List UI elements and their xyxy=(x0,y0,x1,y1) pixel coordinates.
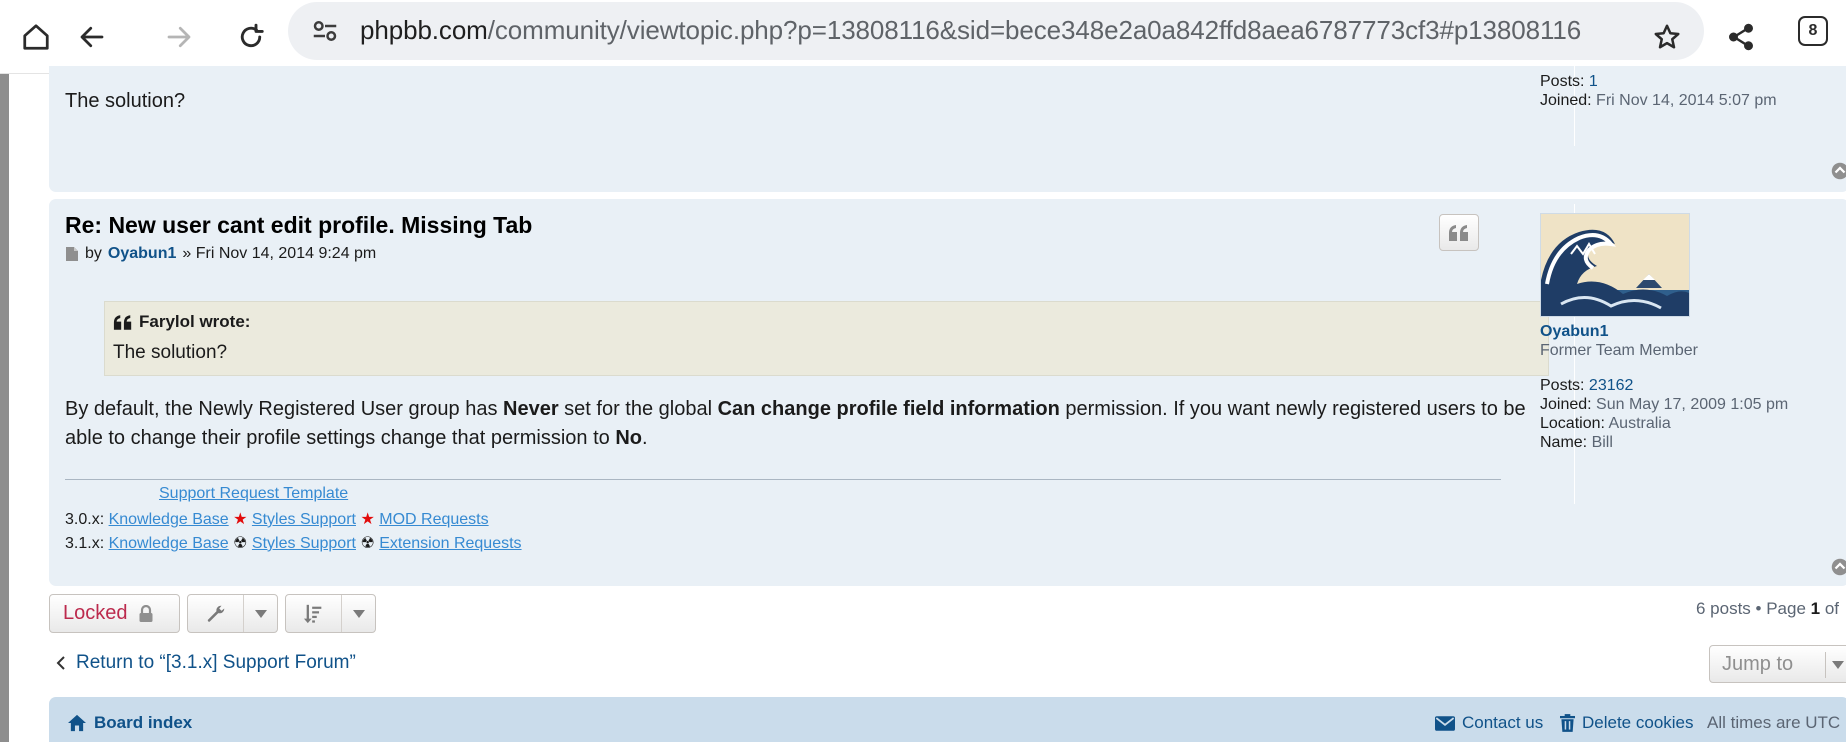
styles-support-31-link[interactable]: Styles Support xyxy=(252,535,356,552)
knowledge-base-30-link[interactable]: Knowledge Base xyxy=(109,511,229,528)
quote-cite: Farylol wrote: xyxy=(113,312,250,332)
post-content: By default, the Newly Registered User gr… xyxy=(65,398,1526,449)
home-icon xyxy=(68,714,86,732)
current-page: 1 xyxy=(1810,599,1821,618)
post-title[interactable]: Re: New user cant edit profile. Missing … xyxy=(65,212,532,239)
star-icon: ★ xyxy=(360,511,375,528)
url-text[interactable]: phpbb.com/community/viewtopic.php?p=1380… xyxy=(360,15,1581,46)
contact-us-link[interactable]: Contact us xyxy=(1435,713,1543,733)
signature-line-31x: 3.1.x: Knowledge Base ☢ Styles Support ☢… xyxy=(65,535,522,552)
signature-divider xyxy=(65,479,1501,480)
post-author-line: by Oyabun1 » Fri Nov 14, 2014 9:24 pm xyxy=(65,245,376,263)
signature-template-line: Support Request Template xyxy=(159,485,348,503)
pagination-info: 6 posts • Page 1 of xyxy=(1696,599,1840,618)
delete-cookies-link[interactable]: Delete cookies xyxy=(1560,713,1694,733)
signature-line-30x: 3.0.x: Knowledge Base ★ Styles Support ★… xyxy=(65,511,489,528)
back-button[interactable] xyxy=(67,12,117,62)
post-date: » Fri Nov 14, 2014 9:24 pm xyxy=(182,245,377,262)
envelope-icon xyxy=(1435,715,1455,731)
profile-username[interactable]: Oyabun1 xyxy=(1540,323,1608,341)
forward-button[interactable] xyxy=(154,12,204,62)
post-content: The solution? xyxy=(65,90,186,112)
reload-button[interactable] xyxy=(226,12,276,62)
radiation-icon: ☢ xyxy=(233,535,248,552)
home-button[interactable] xyxy=(11,12,61,62)
profile-posts: Posts: 23162 xyxy=(1540,377,1634,394)
footer-navbar: Board index Contact us Delete cookies Al… xyxy=(49,697,1846,742)
locked-label: Locked xyxy=(63,602,128,624)
avatar-wave-image xyxy=(1541,214,1689,316)
quote-button[interactable] xyxy=(1439,214,1479,251)
profile-posts-link[interactable]: 23162 xyxy=(1589,377,1634,394)
topic-tools-button[interactable] xyxy=(187,594,278,633)
lock-icon xyxy=(139,604,152,622)
avatar[interactable] xyxy=(1540,213,1690,317)
mod-requests-link[interactable]: MOD Requests xyxy=(379,511,488,528)
timezone-info: All times are UTC xyxy=(1707,713,1841,732)
quote-block: Farylol wrote: The solution? xyxy=(104,301,1549,376)
chevron-left-icon xyxy=(56,656,65,670)
star-outline-icon xyxy=(1654,24,1680,49)
jump-to-button[interactable]: Jump to xyxy=(1709,645,1846,683)
radiation-icon: ☢ xyxy=(360,535,375,552)
sort-options-button[interactable] xyxy=(285,594,376,633)
back-to-top-icon[interactable] xyxy=(1831,162,1846,180)
knowledge-base-31-link[interactable]: Knowledge Base xyxy=(109,535,229,552)
tab-switcher-button[interactable]: 8 xyxy=(1798,16,1828,46)
jump-to-label: Jump to xyxy=(1722,652,1794,675)
profile-location: Location: Australia xyxy=(1540,415,1671,432)
profile-joined: Joined: Fri Nov 14, 2014 5:07 pm xyxy=(1540,92,1777,109)
address-bar[interactable]: phpbb.com/community/viewtopic.php?p=1380… xyxy=(288,2,1704,60)
arrow-right-icon xyxy=(167,26,191,48)
home-icon xyxy=(23,24,49,50)
quote-icon xyxy=(1449,224,1468,241)
quote-icon xyxy=(113,314,132,330)
sort-icon xyxy=(303,604,321,623)
locked-button[interactable]: Locked xyxy=(49,594,180,633)
url-host: phpbb.com xyxy=(360,15,488,45)
caret-down-icon xyxy=(1832,661,1844,669)
url-path: /community/viewtopic.php?p=13808116&sid=… xyxy=(487,15,1582,45)
return-link-label: Return to “[3.1.x] Support Forum” xyxy=(76,652,356,673)
post-author-link[interactable]: Oyabun1 xyxy=(108,245,176,263)
bookmark-button[interactable] xyxy=(1642,12,1692,62)
extension-requests-link[interactable]: Extension Requests xyxy=(379,535,521,552)
return-to-forum-link[interactable]: Return to “[3.1.x] Support Forum” xyxy=(56,652,356,674)
profile-rank: Former Team Member xyxy=(1540,342,1698,359)
profile-name: Name: Bill xyxy=(1540,434,1613,451)
board-index-link[interactable]: Board index xyxy=(67,713,192,733)
profile-joined: Joined: Sun May 17, 2009 1:05 pm xyxy=(1540,396,1789,413)
arrow-left-icon xyxy=(80,26,104,48)
profile-posts: Posts: 1 xyxy=(1540,73,1598,90)
trash-icon xyxy=(1560,714,1575,732)
caret-down-icon xyxy=(352,609,365,618)
reload-icon xyxy=(240,23,264,48)
previous-post: The solution? Posts: 1 Joined: Fri Nov 1… xyxy=(49,66,1846,192)
by-label: by xyxy=(85,245,102,262)
star-icon: ★ xyxy=(233,511,248,528)
page-left-edge xyxy=(0,74,9,742)
share-button[interactable] xyxy=(1716,12,1766,62)
quote-text: The solution? xyxy=(113,342,228,363)
wrench-icon xyxy=(207,605,224,622)
site-settings-icon[interactable] xyxy=(310,16,340,46)
support-request-template-link[interactable]: Support Request Template xyxy=(159,485,348,502)
browser-toolbar: phpbb.com/community/viewtopic.php?p=1380… xyxy=(0,0,1846,74)
caret-down-icon xyxy=(254,609,267,618)
styles-support-30-link[interactable]: Styles Support xyxy=(252,511,356,528)
share-icon xyxy=(1729,23,1753,51)
post-file-icon[interactable] xyxy=(65,246,79,262)
post: Re: New user cant edit profile. Missing … xyxy=(49,199,1846,586)
profile-posts-link[interactable]: 1 xyxy=(1589,73,1598,90)
quote-author: Farylol wrote: xyxy=(139,312,251,331)
back-to-top-icon[interactable] xyxy=(1831,558,1846,576)
